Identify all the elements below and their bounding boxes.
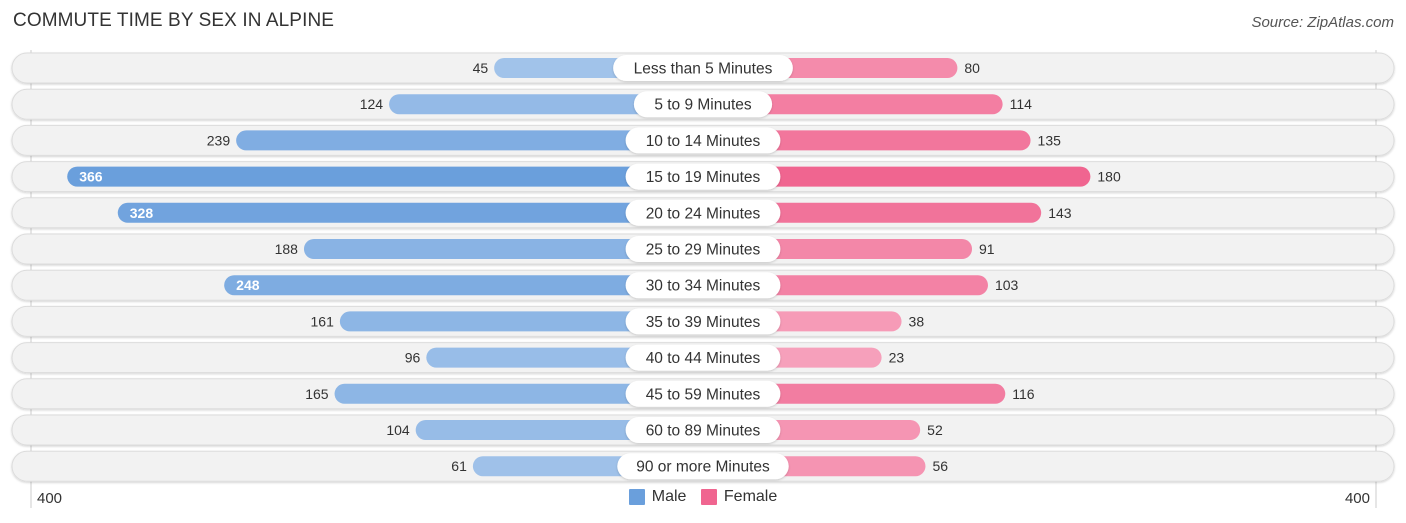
female-value-label: 114 [1010,96,1033,112]
category-label: Less than 5 Minutes [634,61,773,78]
chart-row: 366 180 15 to 19 Minutes [11,161,1395,193]
female-value-label: 180 [1097,169,1121,185]
female-value-label: 38 [909,313,925,329]
female-value-label: 80 [964,60,980,76]
category-label: 30 to 34 Minutes [646,278,761,295]
legend: Male Female [0,488,1406,510]
chart-area: 45 80 Less than 5 Minutes 124 114 5 to 9 Minu… [11,50,1395,508]
category-label: 40 to 44 Minutes [646,350,761,367]
chart-row: 104 52 60 to 89 Minutes [11,414,1395,446]
male-value-label: 45 [473,60,489,76]
category-label: 10 to 14 Minutes [646,133,761,150]
chart-row: 165 116 45 to 59 Minutes [11,378,1395,410]
chart-row: 248 103 30 to 34 Minutes [11,269,1395,301]
category-label: 45 to 59 Minutes [646,386,761,403]
chart-row: 188 91 25 to 29 Minutes [11,233,1395,265]
female-value-label: 143 [1048,205,1072,221]
chart-row: 96 23 40 to 44 Minutes [11,342,1395,374]
female-value-label: 103 [995,277,1019,293]
category-label: 25 to 29 Minutes [646,242,761,259]
legend-item-female: Female [700,488,778,506]
male-value-label: 96 [405,350,421,366]
legend-swatch-female [700,489,717,505]
category-label: 5 to 9 Minutes [654,97,752,114]
male-value-label: 124 [360,96,384,112]
category-label: 15 to 19 Minutes [646,169,761,186]
category-label: 20 to 24 Minutes [646,205,761,222]
male-value-label: 104 [386,422,410,438]
female-value-label: 56 [932,458,948,474]
male-value-label: 188 [275,241,299,257]
male-value-label: 366 [79,169,103,185]
male-value-label: 248 [236,277,260,293]
legend-item-male: Male [628,488,687,506]
category-label: 60 to 89 Minutes [646,423,761,440]
male-bar [67,166,704,187]
legend-label-female: Female [723,488,778,505]
chart-row: 61 56 90 or more Minutes [11,450,1395,482]
male-value-label: 328 [130,205,154,221]
female-value-label: 52 [927,422,943,438]
male-bar [117,202,703,223]
male-value-label: 161 [311,313,335,329]
female-value-label: 23 [889,350,905,366]
chart-row: 328 143 20 to 24 Minutes [11,197,1395,229]
female-value-label: 116 [1012,386,1035,402]
legend-swatch-male [628,489,645,505]
male-value-label: 165 [305,386,329,402]
chart-row: 45 80 Less than 5 Minutes [11,52,1395,84]
legend-label-male: Male [651,488,687,505]
category-label: 90 or more Minutes [636,459,770,476]
chart-row: 161 38 35 to 39 Minutes [11,305,1395,337]
male-value-label: 239 [207,132,231,148]
chart-row: 239 135 10 to 14 Minutes [11,124,1395,156]
female-value-label: 135 [1038,132,1062,148]
female-value-label: 91 [979,241,995,257]
chart-row: 124 114 5 to 9 Minutes [11,88,1395,120]
male-value-label: 61 [451,458,467,474]
category-label: 35 to 39 Minutes [646,314,761,331]
